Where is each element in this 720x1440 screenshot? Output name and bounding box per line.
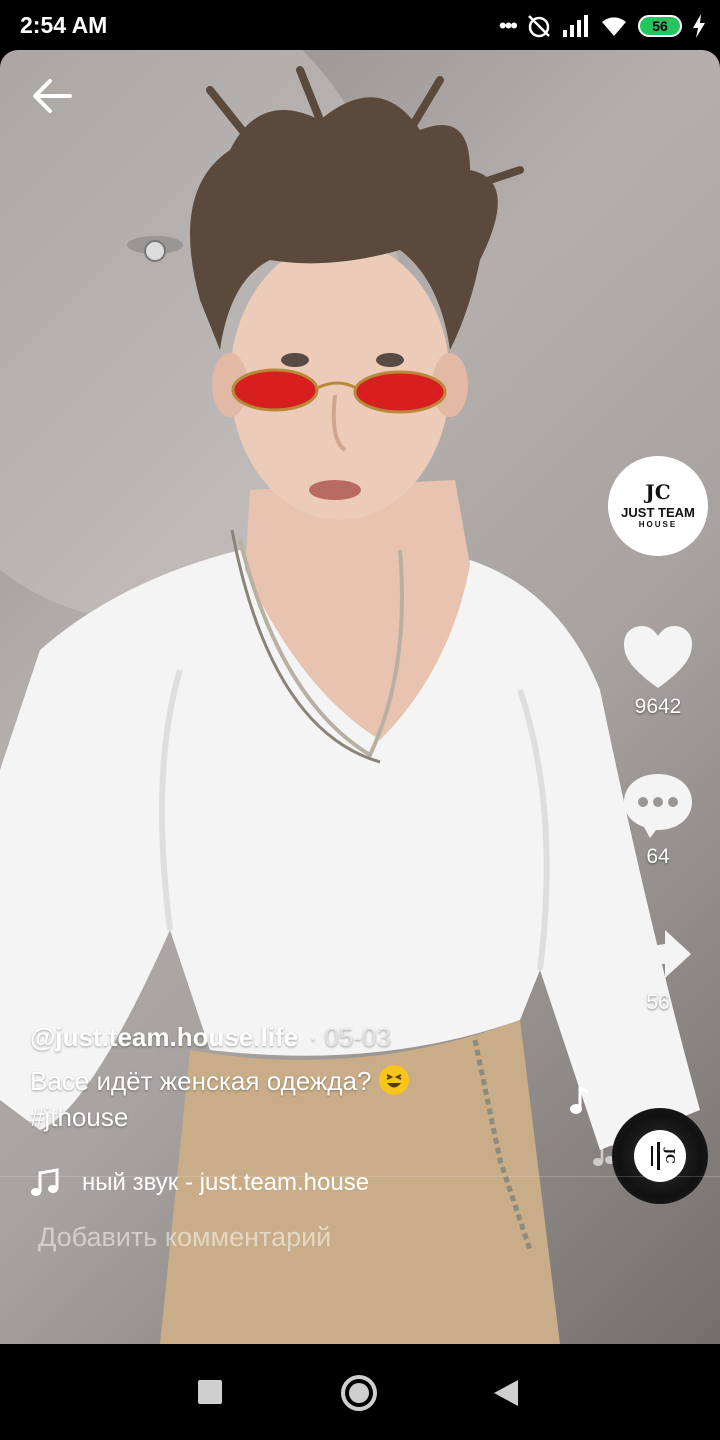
post-description: Васе идёт женская одежда? #jthouse <box>30 1063 590 1135</box>
recent-apps-square-icon[interactable] <box>196 1378 224 1406</box>
comment-bubble-icon[interactable] <box>622 772 694 840</box>
laughing-emoji-icon <box>378 1065 409 1095</box>
post-date: · 05-03 <box>308 1022 391 1052</box>
description-text: Васе идёт женская одежда? <box>30 1066 372 1096</box>
avatar-name-line2: HOUSE <box>638 520 678 529</box>
profile-avatar[interactable]: JC JUST TEAM HOUSE <box>610 458 706 554</box>
like-action[interactable]: 9642 <box>620 624 696 719</box>
comment-input[interactable] <box>36 1214 600 1260</box>
avatar-name-line1: JUST TEAM <box>621 505 695 520</box>
share-action[interactable]: 56 <box>620 928 696 1015</box>
comments-count: 64 <box>646 845 670 868</box>
status-time: 2:54 AM <box>20 12 108 38</box>
status-bar: 2:54 AM ••• 56 <box>0 0 720 50</box>
back-arrow-icon[interactable] <box>30 76 78 116</box>
back-triangle-icon[interactable] <box>492 1378 520 1408</box>
alarm-off-icon <box>528 15 550 38</box>
music-note-icon <box>31 1168 59 1196</box>
signal-icon <box>563 15 588 37</box>
system-nav-bar <box>0 1344 720 1440</box>
sound-row[interactable]: ный звук - just.team.house <box>30 1168 390 1198</box>
svg-text:JC: JC <box>663 1147 677 1163</box>
username-link[interactable]: @just.team.house.life <box>30 1022 298 1052</box>
shares-count: 56 <box>646 991 670 1014</box>
status-icons: ••• 56 <box>499 12 706 40</box>
home-circle-icon[interactable] <box>340 1374 378 1412</box>
avatar-logo: JC <box>645 480 671 504</box>
floating-note-icon <box>570 1085 589 1114</box>
sound-name: ный звук - just.team.house <box>82 1169 370 1196</box>
music-disc[interactable]: JC <box>612 1108 708 1204</box>
video-player[interactable]: JC JUST TEAM HOUSE 9642 64 56 @just.team… <box>0 50 720 1344</box>
more-dots-icon: ••• <box>498 13 518 38</box>
battery-indicator: 56 <box>638 15 682 37</box>
hashtag-link[interactable]: #jthouse <box>30 1102 128 1132</box>
wifi-icon <box>602 17 626 36</box>
comment-action[interactable]: 64 <box>620 772 696 869</box>
charging-icon <box>693 14 705 38</box>
divider <box>0 1176 720 1177</box>
heart-icon[interactable] <box>622 624 694 690</box>
post-caption: @just.team.house.life · 05-03 Васе идёт … <box>30 1022 590 1135</box>
music-disc-logo: JC <box>634 1130 686 1182</box>
likes-count: 9642 <box>634 695 682 718</box>
share-arrow-icon[interactable] <box>623 928 693 986</box>
